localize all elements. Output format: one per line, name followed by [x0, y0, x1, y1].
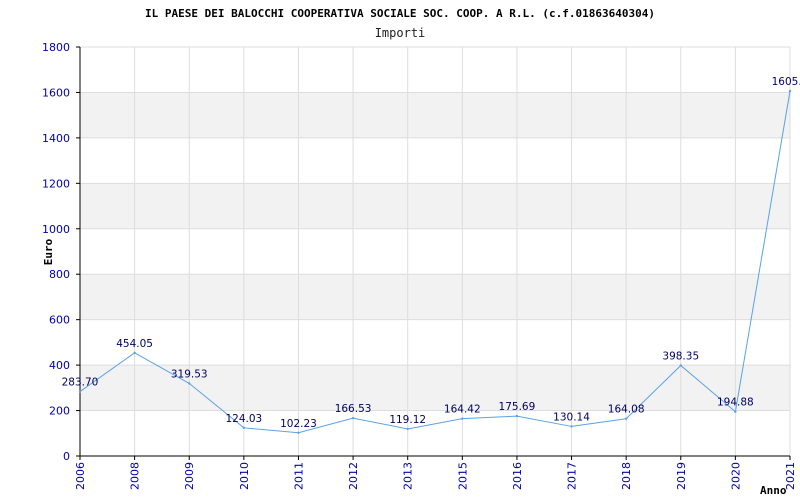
- data-label: 124.03: [225, 413, 262, 425]
- x-tick-labels: 2006 2008 2009 2010 2011 2012 2013 2015 2016 2017…: [74, 462, 797, 490]
- data-label: 1605.9: [772, 76, 800, 88]
- data-label: 319.53: [171, 368, 208, 380]
- background-bands: [80, 92, 790, 411]
- x-tick-label: 2008: [129, 462, 142, 490]
- data-label: 454.05: [116, 338, 153, 350]
- y-tick-label: 200: [49, 405, 70, 418]
- data-label: 194.88: [717, 397, 754, 409]
- y-tick-label: 1600: [42, 86, 70, 99]
- grid-band: [80, 274, 790, 320]
- y-tick-label: 800: [49, 268, 70, 281]
- x-tick-label: 2019: [675, 462, 688, 490]
- data-point: [515, 414, 519, 418]
- x-tick-label: 2021: [784, 462, 797, 490]
- data-point: [78, 390, 82, 393]
- data-point: [679, 364, 682, 367]
- x-tick-label: 2010: [238, 462, 251, 490]
- x-tick-label: 2018: [620, 462, 633, 490]
- y-tick-label: 1200: [42, 177, 70, 190]
- data-point: [570, 425, 573, 428]
- x-tick-label: 2012: [347, 462, 360, 490]
- y-axis-title: Euro: [42, 238, 55, 265]
- data-point: [242, 426, 246, 430]
- grid-band: [80, 183, 790, 229]
- y-tick-label: 600: [49, 314, 70, 327]
- data-point: [133, 351, 136, 355]
- y-tick-label: 400: [49, 359, 70, 372]
- y-tick-label: 1400: [42, 132, 70, 145]
- chart-subtitle: Importi: [375, 26, 426, 40]
- data-point: [351, 416, 355, 420]
- data-point: [788, 89, 792, 93]
- data-label: 398.35: [662, 350, 699, 362]
- data-point: [297, 431, 300, 434]
- data-label: 164.08: [608, 404, 645, 416]
- chart-title: IL PAESE DEI BALOCCHI COOPERATIVA SOCIAL…: [145, 7, 655, 20]
- x-tick-label: 2020: [729, 462, 742, 490]
- x-tick-label: 2017: [566, 462, 579, 490]
- data-point: [624, 417, 628, 420]
- grid-band: [80, 92, 790, 138]
- data-point: [406, 427, 409, 431]
- x-tick-label: 2006: [74, 462, 87, 490]
- data-point: [734, 410, 737, 413]
- x-tick-label: 2013: [402, 462, 415, 490]
- x-tick-label: 2011: [292, 462, 305, 490]
- x-tick-label: 2009: [183, 462, 196, 490]
- y-tick-label: 1000: [42, 223, 70, 236]
- data-label: 119.12: [389, 414, 426, 426]
- data-label: 164.42: [444, 404, 481, 416]
- data-label: 102.23: [280, 418, 317, 430]
- data-point: [188, 382, 191, 385]
- data-label: 166.53: [335, 403, 372, 415]
- x-tick-label: 2016: [511, 462, 524, 490]
- x-axis-title: Anno: [760, 484, 787, 497]
- line-chart: IL PAESE DEI BALOCCHI COOPERATIVA SOCIAL…: [42, 7, 800, 497]
- data-label: 283.70: [62, 377, 99, 389]
- data-label: 175.69: [499, 401, 536, 413]
- y-tick-label: 1800: [42, 41, 70, 54]
- data-point: [461, 417, 464, 420]
- y-tick-label: 0: [63, 450, 70, 463]
- x-tick-label: 2015: [456, 462, 469, 490]
- data-label: 130.14: [553, 411, 590, 423]
